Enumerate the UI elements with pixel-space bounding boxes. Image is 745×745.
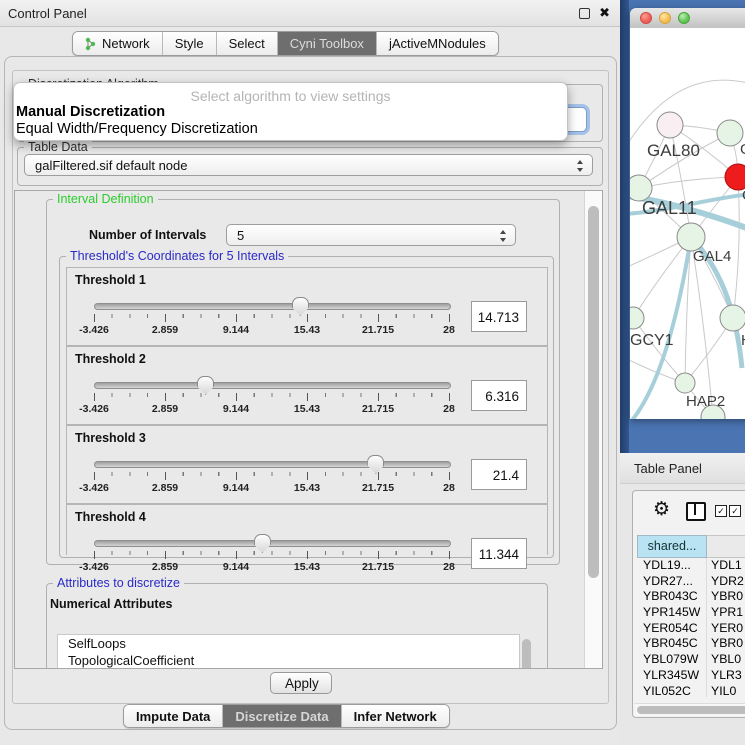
checkbox-icon[interactable]: ✓ bbox=[715, 505, 727, 517]
threshold-4-value-field[interactable]: 11.344 bbox=[471, 538, 527, 569]
settings-scrollpane: Interval Definition Number of Intervals … bbox=[14, 190, 603, 669]
settings-scrollbar-track[interactable] bbox=[584, 191, 602, 668]
table-panel-title: Table Panel bbox=[634, 461, 702, 476]
panel-title: Control Panel bbox=[8, 6, 87, 21]
table-header-row: shared... n bbox=[637, 535, 745, 558]
attributes-list-scrollbar[interactable] bbox=[522, 639, 531, 669]
threshold-2-row: Threshold 2 -3.426 2.859 9.144 15.43 21.… bbox=[66, 346, 548, 425]
settings-scrollbar-thumb[interactable] bbox=[588, 206, 599, 578]
table-body: YDL19...YDL1 YDR27...YDR2 YBR043CYBR0 YP… bbox=[637, 558, 745, 697]
algorithm-hint: Select algorithm to view settings bbox=[14, 88, 567, 104]
list-item[interactable]: TopologicalCoefficient bbox=[58, 652, 519, 669]
apply-button[interactable]: Apply bbox=[270, 672, 332, 694]
menu-item-equal-width-frequency[interactable]: Equal Width/Frequency Discretization bbox=[16, 121, 258, 137]
network-view-window: GAL80 GAL11 GAL4 GCY1 HAP2 G C H bbox=[630, 8, 745, 419]
node-gcy1[interactable] bbox=[630, 307, 644, 329]
table-panel-titlebar: Table Panel bbox=[620, 453, 745, 484]
zoom-traffic-light[interactable] bbox=[678, 12, 690, 24]
tab-jactivemnodules[interactable]: jActiveMNodules bbox=[377, 32, 498, 55]
table-row[interactable]: YDL19...YDL1 bbox=[637, 558, 745, 574]
numerical-attributes-label: Numerical Attributes bbox=[50, 597, 172, 611]
threshold-1-row: Threshold 1 -3.426 2.859 9.144 15.43 21.… bbox=[66, 267, 548, 346]
threshold-4-row: Threshold 4 -3.426 2.859 9.144 15.43 21.… bbox=[66, 504, 548, 555]
table-row[interactable]: YDR27...YDR2 bbox=[637, 574, 745, 590]
threshold-4-slider-track[interactable] bbox=[94, 540, 451, 547]
node-label: GAL80 bbox=[647, 141, 700, 160]
number-of-intervals-label: Number of Intervals bbox=[89, 228, 206, 242]
tab-cyni-toolbox[interactable]: Cyni Toolbox bbox=[278, 32, 377, 55]
algorithm-dropdown-popup: Select algorithm to view settings Manual… bbox=[13, 82, 568, 141]
stepper-arrows-icon bbox=[576, 159, 585, 173]
column-header-shared-name[interactable]: shared... bbox=[637, 535, 707, 558]
attributes-group-label: Attributes to discretize bbox=[53, 576, 184, 590]
node-right-mid[interactable] bbox=[720, 305, 745, 331]
threshold-2-value-field[interactable]: 6.316 bbox=[471, 380, 527, 411]
threshold-3-slider-track[interactable] bbox=[94, 461, 451, 468]
table-row[interactable]: YIL052CYIL0 bbox=[637, 684, 745, 697]
right-side: GAL80 GAL11 GAL4 GCY1 HAP2 G C H Table P… bbox=[620, 0, 745, 745]
attributes-group: Attributes to discretize Numerical Attri… bbox=[46, 583, 548, 669]
table-hscrollbar-thumb[interactable] bbox=[637, 706, 745, 714]
menu-item-manual-discretization[interactable]: Manual Discretization bbox=[16, 104, 165, 120]
split-view-icon[interactable] bbox=[686, 502, 706, 521]
threshold-1-value-field[interactable]: 14.713 bbox=[471, 301, 527, 332]
network-canvas[interactable]: GAL80 GAL11 GAL4 GCY1 HAP2 G C H bbox=[630, 28, 745, 419]
table-row[interactable]: YBR043CYBR0 bbox=[637, 589, 745, 605]
node-hap2[interactable] bbox=[675, 373, 695, 393]
tab-infer-network[interactable]: Infer Network bbox=[342, 705, 449, 727]
network-graph: GAL80 GAL11 GAL4 GCY1 HAP2 G C H bbox=[630, 28, 745, 419]
table-data-combo[interactable]: galFiltered.sif default node bbox=[24, 154, 593, 176]
list-item[interactable]: SelfLoops bbox=[58, 635, 519, 652]
checkbox-icon[interactable]: ✓ bbox=[729, 505, 741, 517]
top-tab-bar: Network Style Select Cyni Toolbox jActiv… bbox=[72, 31, 499, 56]
node-label: GAL4 bbox=[693, 248, 731, 265]
thresholds-group: Threshold's Coordinates for 5 Intervals … bbox=[59, 256, 554, 558]
node-label: HAP2 bbox=[686, 393, 725, 410]
table-row[interactable]: YBR045CYBR0 bbox=[637, 636, 745, 652]
table-data-label: Table Data bbox=[24, 140, 92, 154]
table-hscrollbar-track[interactable] bbox=[635, 703, 745, 716]
control-panel: Control Panel ✖ Network Style Select Cyn… bbox=[0, 0, 620, 745]
tab-network[interactable]: Network bbox=[73, 32, 163, 55]
threshold-3-value-field[interactable]: 21.4 bbox=[471, 459, 527, 490]
node-label: G bbox=[740, 141, 745, 158]
interval-definition-label: Interval Definition bbox=[53, 192, 158, 206]
numerical-attributes-list[interactable]: SelfLoops TopologicalCoefficient Between… bbox=[57, 634, 520, 669]
table-row[interactable]: YLR345WYLR3 bbox=[637, 668, 745, 684]
column-header-name[interactable]: n bbox=[707, 535, 745, 558]
number-of-intervals-combo[interactable]: 5 bbox=[226, 224, 516, 246]
network-icon bbox=[85, 37, 97, 51]
table-row[interactable]: YPR145WYPR1 bbox=[637, 605, 745, 621]
table-row[interactable]: YBL079WYBL0 bbox=[637, 652, 745, 668]
tab-select[interactable]: Select bbox=[217, 32, 278, 55]
interval-definition-group: Interval Definition Number of Intervals … bbox=[46, 199, 560, 565]
threshold-3-row: Threshold 3 -3.426 2.859 9.144 15.43 21.… bbox=[66, 425, 548, 504]
gear-icon[interactable]: ⚙ bbox=[653, 498, 670, 521]
panel-titlebar: Control Panel ✖ bbox=[0, 0, 620, 27]
network-window-titlebar bbox=[630, 8, 745, 29]
apply-strip: Apply bbox=[14, 668, 601, 701]
minimize-traffic-light[interactable] bbox=[659, 12, 671, 24]
tab-discretize-data[interactable]: Discretize Data bbox=[223, 705, 341, 727]
node-label: GCY1 bbox=[630, 332, 674, 349]
node-label: GAL11 bbox=[642, 198, 697, 218]
tab-impute-data[interactable]: Impute Data bbox=[124, 705, 223, 727]
node-label: H bbox=[741, 332, 745, 349]
stepper-arrows-icon bbox=[499, 229, 508, 243]
tab-style[interactable]: Style bbox=[163, 32, 217, 55]
threshold-2-slider-track[interactable] bbox=[94, 382, 451, 389]
threshold-1-slider-track[interactable] bbox=[94, 303, 451, 310]
close-traffic-light[interactable] bbox=[640, 12, 652, 24]
float-window-icon[interactable] bbox=[579, 8, 590, 19]
node-gal4[interactable] bbox=[677, 223, 705, 251]
node-gal80[interactable] bbox=[657, 112, 683, 138]
thresholds-group-label: Threshold's Coordinates for 5 Intervals bbox=[66, 249, 288, 263]
close-icon[interactable]: ✖ bbox=[599, 5, 610, 21]
table-row[interactable]: YER054CYER0 bbox=[637, 621, 745, 637]
bottom-tab-bar: Impute Data Discretize Data Infer Networ… bbox=[123, 704, 450, 728]
table-panel: ⚙ ✓ ✓ shared... n YDL19...YDL1 YDR27...Y… bbox=[632, 490, 745, 718]
